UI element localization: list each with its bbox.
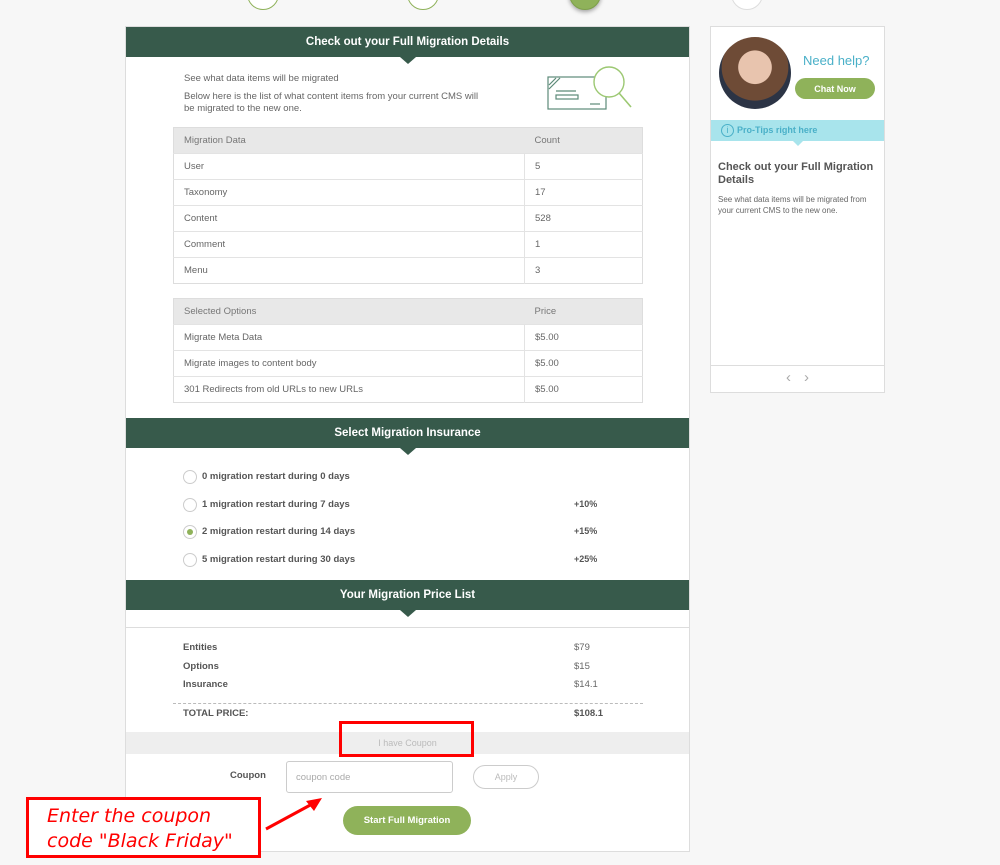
intro-line-1: See what data items will be migrated: [184, 73, 339, 84]
cell-label: Menu: [173, 257, 525, 284]
chevron-left-icon[interactable]: ‹: [786, 366, 791, 390]
insurance-percent: +10%: [574, 498, 598, 509]
total-value: $108.1: [574, 708, 604, 719]
insurance-option-0[interactable]: 0 migration restart during 0 days: [183, 470, 689, 498]
pro-tips-bar: i Pro-Tips right here: [711, 120, 884, 146]
cell-count: 1: [524, 231, 643, 258]
price-label: Options: [183, 661, 219, 672]
insurance-label: 2 migration restart during 14 days: [202, 526, 356, 537]
info-icon: i: [721, 124, 734, 137]
table-row: 301 Redirects from old URLs to new URLs $…: [173, 376, 643, 403]
column-header: Selected Options: [173, 298, 525, 325]
cell-label: Content: [173, 205, 525, 232]
table-header-row: Selected Options Price: [173, 298, 643, 325]
insurance-option-3[interactable]: 5 migration restart during 30 days +25%: [183, 552, 689, 581]
coupon-label: Coupon: [230, 770, 266, 781]
support-agent-avatar: [719, 37, 791, 109]
cell-option: 301 Redirects from old URLs to new URLs: [173, 376, 525, 403]
table-row: Content 528: [173, 205, 643, 232]
table-row: Comment 1: [173, 231, 643, 258]
cell-count: 3: [524, 257, 643, 284]
price-value: $15: [574, 661, 590, 672]
column-header: Count: [524, 127, 643, 154]
price-label: Insurance: [183, 679, 228, 690]
table-row: User 5: [173, 153, 643, 180]
step-4-indicator: [731, 0, 763, 10]
price-label: Entities: [183, 642, 218, 653]
cell-price: $5.00: [524, 376, 643, 403]
price-list: Entities $79 Options $15 Insurance $14.1…: [126, 628, 689, 732]
total-price-row: TOTAL PRICE: $108.1: [183, 708, 603, 719]
insurance-label: 0 migration restart during 0 days: [202, 471, 350, 482]
pro-tips-label: Pro-Tips right here: [737, 125, 818, 135]
price-value: $79: [574, 642, 590, 653]
insurance-percent: +15%: [574, 526, 598, 536]
insurance-label: 1 migration restart during 7 days: [202, 498, 350, 510]
table-row: Migrate images to content body $5.00: [173, 350, 643, 377]
help-sidebar: Need help? Chat Now i Pro-Tips right her…: [710, 26, 885, 393]
cell-price: $5.00: [524, 324, 643, 351]
radio-button[interactable]: [183, 552, 197, 567]
cell-count: 528: [524, 205, 643, 232]
cell-count: 17: [524, 179, 643, 206]
dashed-divider: [173, 703, 643, 704]
price-row-options: Options $15: [183, 661, 603, 672]
chat-now-button[interactable]: Chat Now: [795, 78, 875, 99]
annotation-arrow-icon: [265, 798, 322, 831]
intro-line-2: Below here is the list of what content i…: [184, 91, 479, 114]
selected-options-table: Selected Options Price Migrate Meta Data…: [173, 298, 643, 403]
migration-data-table: Migration Data Count User 5 Taxonomy 17 Co…: [173, 127, 643, 284]
coupon-input[interactable]: [286, 761, 453, 793]
cell-label: Comment: [173, 231, 525, 258]
insurance-percent: +25%: [574, 553, 598, 564]
price-list-header: Your Migration Price List: [126, 580, 689, 617]
cell-option: Migrate Meta Data: [173, 324, 525, 351]
column-header: Migration Data: [173, 127, 525, 154]
cell-option: Migrate images to content body: [173, 350, 525, 377]
radio-button[interactable]: [183, 470, 197, 484]
step-1-indicator[interactable]: [247, 0, 279, 10]
annotation-callout: Enter the coupon code "Black Friday": [26, 797, 261, 858]
details-intro: See what data items will be migrated Bel…: [126, 57, 689, 127]
table-row: Menu 3: [173, 257, 643, 284]
insurance-option-1[interactable]: 1 migration restart during 7 days +10%: [183, 497, 689, 526]
insurance-options: 0 migration restart during 0 days 1 migr…: [126, 448, 689, 580]
table-row: Taxonomy 17: [173, 179, 643, 206]
cell-label: User: [173, 153, 525, 180]
table-row: Migrate Meta Data $5.00: [173, 324, 643, 351]
apply-coupon-button[interactable]: Apply: [473, 765, 539, 789]
tip-body: See what data items will be migrated fro…: [718, 195, 867, 215]
price-value: $14.1: [574, 679, 598, 690]
chevron-right-icon[interactable]: ›: [804, 366, 809, 390]
cell-label: Taxonomy: [173, 179, 525, 206]
step-2-indicator[interactable]: [407, 0, 439, 10]
radio-button-checked[interactable]: [183, 525, 197, 539]
progress-stepper: [0, 0, 1000, 14]
total-label: TOTAL PRICE:: [183, 708, 249, 719]
cell-count: 5: [524, 153, 643, 180]
document-magnifier-icon: [547, 66, 632, 110]
insurance-option-2[interactable]: 2 migration restart during 14 days +15%: [183, 525, 689, 553]
price-row-entities: Entities $79: [183, 642, 603, 653]
start-full-migration-button[interactable]: Start Full Migration: [343, 806, 471, 835]
price-row-insurance: Insurance $14.1: [183, 679, 603, 690]
coupon-highlight-box: [339, 721, 474, 757]
radio-button[interactable]: [183, 497, 197, 512]
details-header: Check out your Full Migration Details: [126, 27, 689, 64]
insurance-header: Select Migration Insurance: [126, 418, 689, 455]
need-help-text: Need help?: [803, 53, 870, 68]
step-3-indicator-active[interactable]: [569, 0, 601, 10]
tips-carousel-nav: ‹ ›: [711, 365, 884, 392]
insurance-label: 5 migration restart during 30 days: [202, 553, 356, 565]
tip-title: Check out your Full Migration Details: [718, 161, 874, 186]
cell-price: $5.00: [524, 350, 643, 377]
table-header-row: Migration Data Count: [173, 127, 643, 154]
column-header: Price: [524, 298, 643, 325]
